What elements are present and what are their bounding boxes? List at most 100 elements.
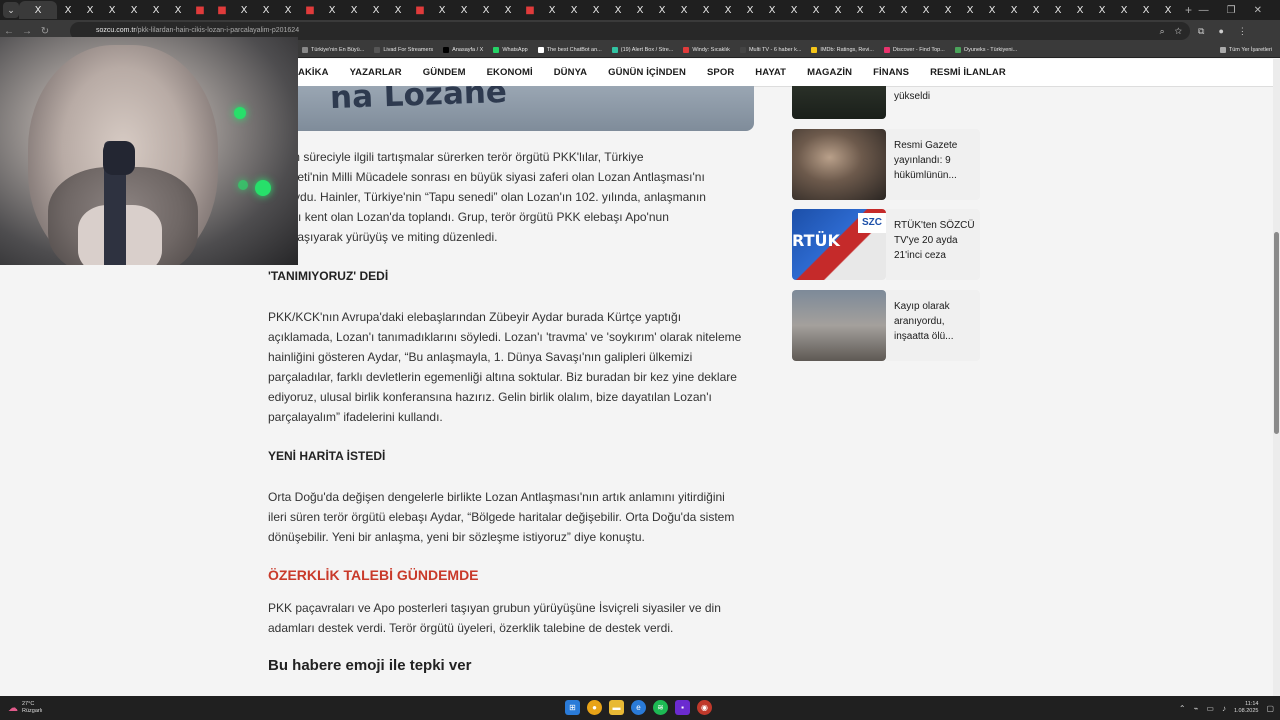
bookmark-item[interactable]: IMDb: Ratings, Revi... bbox=[811, 46, 874, 53]
nav-item[interactable]: AKİKA bbox=[298, 67, 329, 78]
tray-network-icon[interactable]: ⌁ bbox=[1194, 704, 1199, 713]
browser-tab[interactable]: X bbox=[915, 1, 937, 19]
nav-item[interactable]: DÜNYA bbox=[554, 67, 587, 78]
browser-tab[interactable]: X bbox=[387, 1, 409, 19]
tray-volume-icon[interactable]: ♪ bbox=[1222, 704, 1226, 713]
tray-chevron-icon[interactable]: ⌃ bbox=[1179, 704, 1186, 713]
browser-tab[interactable]: X bbox=[233, 1, 255, 19]
close-icon[interactable]: ✕ bbox=[1254, 5, 1262, 16]
browser-tab[interactable]: X bbox=[19, 1, 57, 19]
nav-item[interactable]: EKONOMİ bbox=[487, 67, 533, 78]
browser-tab[interactable]: X bbox=[827, 1, 849, 19]
nav-item[interactable]: RESMİ İLANLAR bbox=[930, 67, 1006, 78]
browser-tab[interactable]: X bbox=[893, 1, 915, 19]
browser-tab[interactable]: X bbox=[431, 1, 453, 19]
browser-tab[interactable]: X bbox=[1091, 1, 1113, 19]
spotify-icon[interactable]: ≋ bbox=[653, 700, 668, 715]
tray-monitor-icon[interactable]: ▭ bbox=[1206, 704, 1214, 713]
browser-tab[interactable]: X bbox=[321, 1, 343, 19]
nav-item[interactable]: GÜNÜN İÇİNDEN bbox=[608, 67, 686, 78]
forward-icon[interactable]: → bbox=[18, 26, 36, 37]
browser-tab[interactable]: X bbox=[541, 1, 563, 19]
sidebar-news-card-4[interactable]: Kayıp olarak aranıyordu, inşaatta ölü... bbox=[792, 290, 980, 361]
minimize-icon[interactable]: — bbox=[1199, 5, 1209, 16]
nav-item[interactable]: YAZARLAR bbox=[350, 67, 402, 78]
all-bookmarks[interactable]: Tüm Yer İşaretleri bbox=[1219, 46, 1272, 53]
twitch-icon[interactable]: ▪ bbox=[675, 700, 690, 715]
browser-tab[interactable]: X bbox=[1069, 1, 1091, 19]
nav-item[interactable]: FİNANS bbox=[873, 67, 909, 78]
browser-tab[interactable]: X bbox=[629, 1, 651, 19]
bookmark-item[interactable]: Türkiye'nin En Büyü... bbox=[302, 46, 364, 53]
browser-tab[interactable]: ■ bbox=[519, 1, 541, 19]
notifications-icon[interactable]: ▢ bbox=[1266, 704, 1274, 713]
browser-tab[interactable]: X bbox=[1135, 1, 1157, 19]
bookmark-item[interactable]: The best ChatBot an... bbox=[537, 46, 602, 53]
back-icon[interactable]: ← bbox=[0, 26, 18, 37]
browser-tab[interactable]: X bbox=[101, 1, 123, 19]
browser-tab[interactable]: X bbox=[607, 1, 629, 19]
nav-item[interactable]: MAGAZİN bbox=[807, 67, 852, 78]
browser-tab[interactable]: X bbox=[167, 1, 189, 19]
browser-tab[interactable]: X bbox=[277, 1, 299, 19]
browser-tab[interactable]: X bbox=[123, 1, 145, 19]
bookmark-item[interactable]: Multi TV - 6 haber k... bbox=[739, 46, 801, 53]
browser-tab[interactable]: X bbox=[145, 1, 167, 19]
page-scrollbar-thumb[interactable] bbox=[1274, 232, 1279, 434]
file-explorer-icon[interactable]: ▬ bbox=[609, 700, 624, 715]
browser-tab[interactable]: X bbox=[937, 1, 959, 19]
bookmark-item[interactable]: (19) Alert Box / Stre... bbox=[611, 46, 673, 53]
browser-tab[interactable]: ■ bbox=[189, 1, 211, 19]
extensions-icon[interactable]: ⧉ bbox=[1198, 26, 1204, 37]
browser-tab[interactable]: X bbox=[1113, 1, 1135, 19]
start-icon[interactable]: ⊞ bbox=[565, 700, 580, 715]
browser-tab[interactable]: X bbox=[783, 1, 805, 19]
browser-tab[interactable]: X bbox=[805, 1, 827, 19]
browser-tab[interactable]: X bbox=[717, 1, 739, 19]
weather-widget[interactable]: ☁ 27°C Rüzgarlı bbox=[8, 701, 42, 715]
clock[interactable]: 11:14 1.08.2025 bbox=[1234, 701, 1258, 715]
browser-tab[interactable]: X bbox=[761, 1, 783, 19]
browser-tab[interactable]: X bbox=[871, 1, 893, 19]
browser-tab[interactable]: ■ bbox=[299, 1, 321, 19]
browser-tab[interactable]: X bbox=[695, 1, 717, 19]
browser-tab[interactable]: X bbox=[365, 1, 387, 19]
browser-tab[interactable]: ■ bbox=[211, 1, 233, 19]
browser-tab[interactable]: X bbox=[453, 1, 475, 19]
bookmark-item[interactable]: Oyuneks - Türkiyeni... bbox=[954, 46, 1017, 53]
browser-tab[interactable]: X bbox=[255, 1, 277, 19]
browser-tab[interactable]: X bbox=[981, 1, 1003, 19]
browser-tab[interactable]: X bbox=[585, 1, 607, 19]
browser-tab[interactable]: X bbox=[1025, 1, 1047, 19]
bookmark-item[interactable]: WhatsApp bbox=[493, 46, 528, 53]
browser-tab[interactable]: X bbox=[673, 1, 695, 19]
browser-tab[interactable]: X bbox=[849, 1, 871, 19]
bookmark-item[interactable]: Windy: Sıcaklık bbox=[683, 46, 730, 53]
browser-tab[interactable]: X bbox=[79, 1, 101, 19]
browser-tab[interactable]: X bbox=[1003, 1, 1025, 19]
edge-icon[interactable]: e bbox=[631, 700, 646, 715]
browser-tab[interactable]: X bbox=[651, 1, 673, 19]
reload-icon[interactable]: ↻ bbox=[36, 26, 54, 37]
browser-tab[interactable]: ■ bbox=[409, 1, 431, 19]
profile-icon[interactable]: ● bbox=[1218, 26, 1223, 37]
tab-search-dropdown[interactable]: ⌄ bbox=[3, 2, 19, 18]
sidebar-news-card-3[interactable]: RTÜK SZC RTÜK'ten SÖZCÜ TV'ye 20 ayda 21'i… bbox=[792, 209, 980, 280]
menu-icon[interactable]: ⋮ bbox=[1238, 26, 1247, 37]
browser-tab[interactable]: X bbox=[1157, 1, 1179, 19]
chrome-icon[interactable]: ● bbox=[587, 700, 602, 715]
nav-item[interactable]: HAYAT bbox=[755, 67, 786, 78]
sidebar-news-card-1[interactable]: yükseldi bbox=[792, 86, 980, 119]
browser-tab[interactable]: X bbox=[475, 1, 497, 19]
bookmark-star-icon[interactable]: ☆ bbox=[1175, 26, 1182, 36]
browser-tab[interactable]: X bbox=[563, 1, 585, 19]
zoom-icon[interactable]: ⌕ bbox=[1160, 26, 1165, 36]
nav-item[interactable]: SPOR bbox=[707, 67, 734, 78]
nav-item[interactable]: GÜNDEM bbox=[423, 67, 466, 78]
bookmark-item[interactable]: Discover - Find Top... bbox=[883, 46, 945, 53]
browser-tab[interactable]: X bbox=[1047, 1, 1069, 19]
bookmark-item[interactable]: Anasayfa / X bbox=[443, 46, 483, 53]
bookmark-item[interactable]: Livad For Streamers bbox=[374, 46, 433, 53]
app-icon[interactable]: ◉ bbox=[697, 700, 712, 715]
sidebar-news-card-2[interactable]: Resmi Gazete yayınlandı: 9 hükümlünün... bbox=[792, 129, 980, 200]
